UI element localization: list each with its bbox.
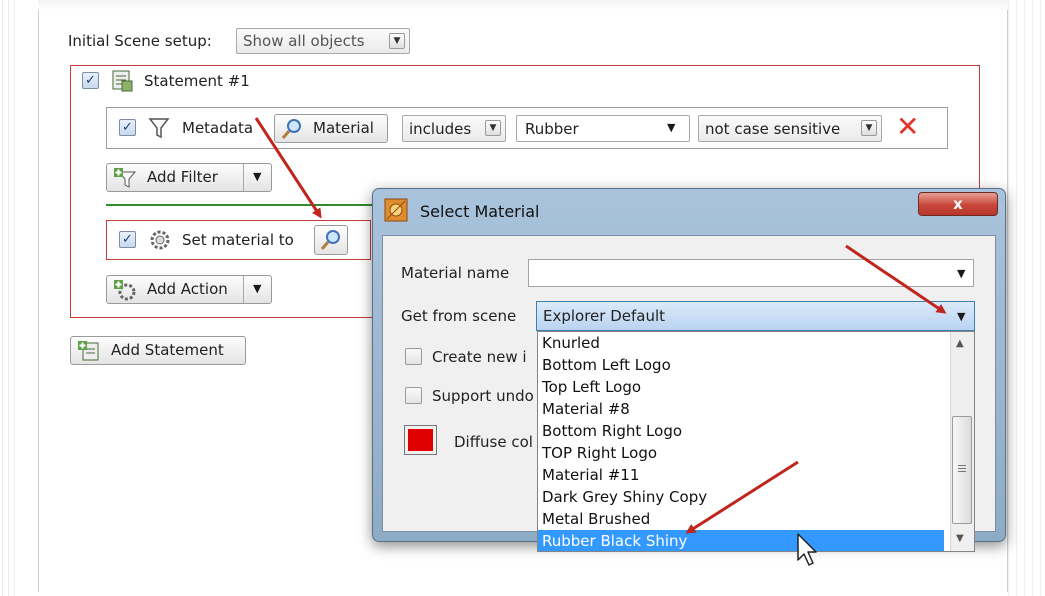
chevron-down-icon: ▼ xyxy=(861,120,877,136)
dialog-app-icon xyxy=(384,198,408,222)
chevron-down-icon: ▼ xyxy=(253,170,262,183)
filter-checkbox[interactable]: ✓ xyxy=(119,119,136,136)
support-undo-label: Support undo xyxy=(432,387,534,405)
list-item[interactable]: Material #11 xyxy=(542,464,942,486)
material-field-label: Material xyxy=(313,119,374,137)
action-checkbox[interactable]: ✓ xyxy=(119,231,136,248)
remove-filter-icon[interactable]: ✕ xyxy=(896,111,919,143)
diffuse-color-swatch[interactable] xyxy=(404,425,437,455)
statement-icon xyxy=(110,69,134,93)
chevron-down-icon: ▼ xyxy=(485,120,501,136)
filter-value-dropdown[interactable]: Rubber ▼ xyxy=(516,115,690,142)
chevron-down-icon: ▼ xyxy=(253,282,262,295)
get-from-scene-label: Get from scene xyxy=(401,307,517,325)
chevron-down-icon: ▼ xyxy=(389,33,405,49)
add-statement-label: Add Statement xyxy=(111,341,224,359)
chevron-down-icon: ▼ xyxy=(957,310,966,323)
list-item[interactable]: Dark Grey Shiny Copy xyxy=(542,486,942,508)
filter-field-label: Metadata xyxy=(182,119,254,137)
add-action-icon xyxy=(113,279,137,301)
diffuse-color-label: Diffuse col xyxy=(454,433,533,451)
diffuse-color-fill xyxy=(408,429,433,451)
get-from-scene-value: Explorer Default xyxy=(543,307,666,325)
gear-icon xyxy=(148,228,172,252)
list-item[interactable]: Metal Brushed xyxy=(542,508,942,530)
scroll-down-icon[interactable]: ▼ xyxy=(956,533,964,544)
mouse-cursor-icon xyxy=(796,532,820,568)
torn-edge-right xyxy=(1005,0,1045,596)
list-item[interactable]: Bottom Right Logo xyxy=(542,420,942,442)
magnifier-icon xyxy=(320,229,342,251)
add-filter-label: Add Filter xyxy=(147,168,218,186)
chevron-down-icon: ▼ xyxy=(957,267,966,280)
pick-material-button[interactable] xyxy=(314,225,348,255)
filter-action-divider xyxy=(106,204,376,206)
statement-checkbox[interactable]: ✓ xyxy=(82,72,99,89)
scene-setup-value: Show all objects xyxy=(243,32,365,50)
grip-line xyxy=(958,465,966,466)
material-name-input[interactable]: ▼ xyxy=(528,259,974,287)
split-divider xyxy=(243,276,244,303)
scroll-up-icon[interactable]: ▲ xyxy=(956,338,964,349)
list-item[interactable]: Material #8 xyxy=(542,398,942,420)
grip-line xyxy=(958,468,966,469)
close-button[interactable]: x xyxy=(918,192,998,216)
operator-value: includes xyxy=(409,120,472,138)
get-from-scene-dropdown[interactable]: Explorer Default ▼ xyxy=(536,301,975,331)
chevron-down-icon: ▼ xyxy=(667,121,676,134)
scrollbar-thumb[interactable] xyxy=(952,416,972,524)
material-name-label: Material name xyxy=(401,264,510,282)
support-undo-checkbox[interactable] xyxy=(405,387,422,404)
add-action-button[interactable]: Add Action ▼ xyxy=(106,275,272,304)
grip-line xyxy=(958,471,966,472)
list-item[interactable]: Top Left Logo xyxy=(542,376,942,398)
filter-value: Rubber xyxy=(525,120,579,138)
operator-dropdown[interactable]: includes ▼ xyxy=(402,115,506,142)
dialog-title: Select Material xyxy=(420,202,540,221)
scene-setup-dropdown[interactable]: Show all objects ▼ xyxy=(236,28,410,54)
create-new-label: Create new i xyxy=(432,348,527,366)
magnifier-icon xyxy=(281,118,303,140)
add-action-label: Add Action xyxy=(147,280,228,298)
create-new-checkbox[interactable] xyxy=(405,348,422,365)
torn-edge-top xyxy=(38,0,1008,10)
torn-edge-left xyxy=(0,0,16,596)
list-item[interactable]: Bottom Left Logo xyxy=(542,354,942,376)
add-statement-button[interactable]: Add Statement xyxy=(70,336,246,365)
list-item-selected[interactable]: Rubber Black Shiny xyxy=(542,530,942,552)
case-sensitivity-dropdown[interactable]: not case sensitive ▼ xyxy=(698,115,882,142)
add-filter-button[interactable]: Add Filter ▼ xyxy=(106,163,272,192)
add-filter-icon xyxy=(113,167,137,189)
funnel-icon xyxy=(148,116,170,140)
add-statement-icon xyxy=(77,340,101,362)
split-divider xyxy=(243,164,244,191)
material-field-button[interactable]: Material xyxy=(274,114,388,143)
list-item[interactable]: TOP Right Logo xyxy=(542,442,942,464)
action-label: Set material to xyxy=(182,231,294,249)
scene-setup-label: Initial Scene setup: xyxy=(68,32,212,50)
list-item[interactable]: Knurled xyxy=(542,332,942,354)
case-sensitivity-value: not case sensitive xyxy=(705,120,841,138)
statement-title: Statement #1 xyxy=(144,72,250,90)
